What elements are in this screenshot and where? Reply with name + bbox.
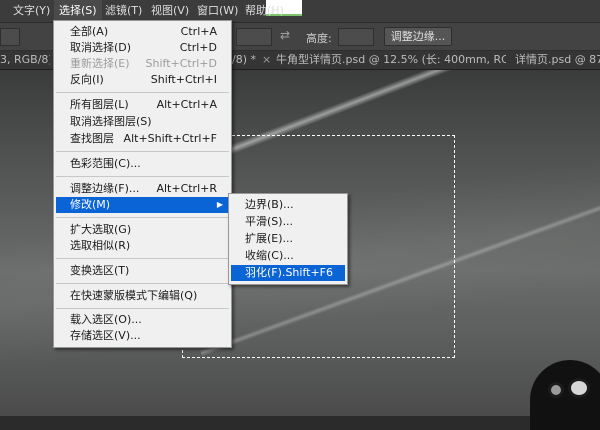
tab-label: 牛角型详情页.psd @ 12.5% (长: 400mm, RGB/8) *	[276, 53, 506, 66]
menu-item-shortcut: Ctrl+A	[180, 25, 217, 38]
menu-item-shortcut: Ctrl+D	[179, 41, 217, 54]
menu-item-contract[interactable]: 收缩(C)...	[231, 248, 345, 264]
menu-item-shortcut: Shift+F6	[285, 266, 333, 279]
menu-item-transform-selection[interactable]: 变换选区(T)	[56, 263, 229, 279]
menu-separator	[56, 283, 229, 284]
menu-item-all[interactable]: 全部(A) Ctrl+A	[56, 24, 229, 40]
tab-document-3[interactable]: 牛角型详情页.psd @ 12.5% (长: 400mm, RGB/8) *×	[276, 51, 506, 69]
menu-select[interactable]: 选择(S)	[54, 0, 102, 22]
bike-light	[548, 382, 564, 398]
menu-item-color-range[interactable]: 色彩范围(C)...	[56, 156, 229, 172]
menu-separator	[56, 176, 229, 177]
menu-item-reselect[interactable]: 重新选择(E) Shift+Ctrl+D	[56, 56, 229, 72]
menu-item-label: 平滑(S)...	[245, 215, 294, 228]
menu-help[interactable]: 帮助(H)	[240, 0, 289, 22]
menu-item-load-selection[interactable]: 载入选区(O)...	[56, 312, 229, 328]
menu-item-label: 色彩范围(C)...	[70, 157, 141, 170]
tab-label: 详情页.psd @ 87.3	[515, 53, 600, 66]
menu-item-label: 扩展(E)...	[245, 232, 294, 245]
menu-view[interactable]: 视图(V)	[146, 0, 194, 22]
height-field[interactable]	[338, 28, 374, 46]
menu-separator	[56, 217, 229, 218]
bike-light	[568, 378, 590, 398]
menu-filter[interactable]: 滤镜(T)	[100, 0, 147, 22]
menu-item-inverse[interactable]: 反向(I) Shift+Ctrl+I	[56, 72, 229, 88]
menu-item-label: 反向(I)	[70, 73, 104, 86]
menu-item-find-layers[interactable]: 查找图层 Alt+Shift+Ctrl+F	[56, 131, 229, 147]
menu-item-label: 变换选区(T)	[70, 264, 130, 277]
menu-separator	[56, 308, 229, 309]
menu-item-quick-mask[interactable]: 在快速蒙版模式下编辑(Q)	[56, 288, 229, 304]
close-icon[interactable]: ×	[262, 53, 271, 66]
tab-document-2[interactable]: /8) * ×	[232, 51, 272, 69]
width-field[interactable]	[236, 28, 272, 46]
menu-separator	[56, 258, 229, 259]
menu-item-shortcut: Shift+Ctrl+D	[145, 57, 217, 70]
menu-item-label: 所有图层(L)	[70, 98, 129, 111]
height-label: 高度:	[306, 32, 332, 45]
menu-item-similar[interactable]: 选取相似(R)	[56, 238, 229, 254]
tab-document-4[interactable]: 详情页.psd @ 87.3	[515, 51, 600, 69]
menu-separator	[56, 151, 229, 152]
menu-item-modify[interactable]: 修改(M) ▶	[56, 197, 229, 213]
modify-submenu: 边界(B)... 平滑(S)... 扩展(E)... 收缩(C)... 羽化(F…	[228, 193, 348, 285]
menu-item-label: 收缩(C)...	[245, 249, 294, 262]
menu-item-label: 调整边缘(F)...	[70, 182, 140, 195]
menu-item-label: 扩大选取(G)	[70, 223, 132, 236]
menu-item-label: 查找图层	[70, 132, 114, 145]
menu-item-refine-edge[interactable]: 调整边缘(F)... Alt+Ctrl+R	[56, 181, 229, 197]
submenu-arrow-icon: ▶	[216, 200, 223, 209]
menu-window[interactable]: 窗口(W)	[192, 0, 243, 22]
menu-item-feather[interactable]: 羽化(F)... Shift+F6	[231, 265, 345, 281]
menu-item-label: 在快速蒙版模式下编辑(Q)	[70, 289, 198, 302]
menu-item-shortcut: Alt+Ctrl+A	[156, 98, 217, 111]
menu-item-deselect[interactable]: 取消选择(D) Ctrl+D	[56, 40, 229, 56]
menu-item-label: 选取相似(R)	[70, 239, 131, 252]
options-field-left[interactable]	[0, 28, 20, 46]
menu-item-border[interactable]: 边界(B)...	[231, 197, 345, 213]
menu-item-deselect-layers[interactable]: 取消选择图层(S)	[56, 114, 229, 130]
menu-item-shortcut: Shift+Ctrl+I	[150, 73, 217, 86]
menu-item-smooth[interactable]: 平滑(S)...	[231, 214, 345, 230]
tab-label: /8) *	[232, 53, 256, 66]
select-menu: 全部(A) Ctrl+A 取消选择(D) Ctrl+D 重新选择(E) Shif…	[53, 20, 232, 348]
tab-label: 3, RGB/8) *	[0, 53, 50, 66]
menu-item-label: 全部(A)	[70, 25, 109, 38]
menu-item-expand[interactable]: 扩展(E)...	[231, 231, 345, 247]
menu-item-label: 取消选择(D)	[70, 41, 132, 54]
menu-item-label: 边界(B)...	[245, 198, 294, 211]
menu-item-shortcut: Alt+Shift+Ctrl+F	[123, 132, 217, 145]
refine-edge-button[interactable]: 调整边缘...	[384, 27, 452, 46]
menu-item-label: 取消选择图层(S)	[70, 115, 152, 128]
menu-item-shortcut: Alt+Ctrl+R	[156, 182, 217, 195]
tab-document-1[interactable]: 3, RGB/8) *	[0, 51, 50, 69]
menu-item-label: 重新选择(E)	[70, 57, 130, 70]
menu-item-label: 存储选区(V)...	[70, 329, 141, 342]
menu-item-label: 载入选区(O)...	[70, 313, 142, 326]
menu-separator	[56, 92, 229, 93]
menu-item-label: 修改(M)	[70, 198, 111, 211]
menu-item-all-layers[interactable]: 所有图层(L) Alt+Ctrl+A	[56, 97, 229, 113]
swap-icon[interactable]: ⇄	[280, 28, 290, 42]
menu-item-grow[interactable]: 扩大选取(G)	[56, 222, 229, 238]
menu-item-save-selection[interactable]: 存储选区(V)...	[56, 328, 229, 344]
menu-type[interactable]: 文字(Y)	[8, 0, 55, 22]
